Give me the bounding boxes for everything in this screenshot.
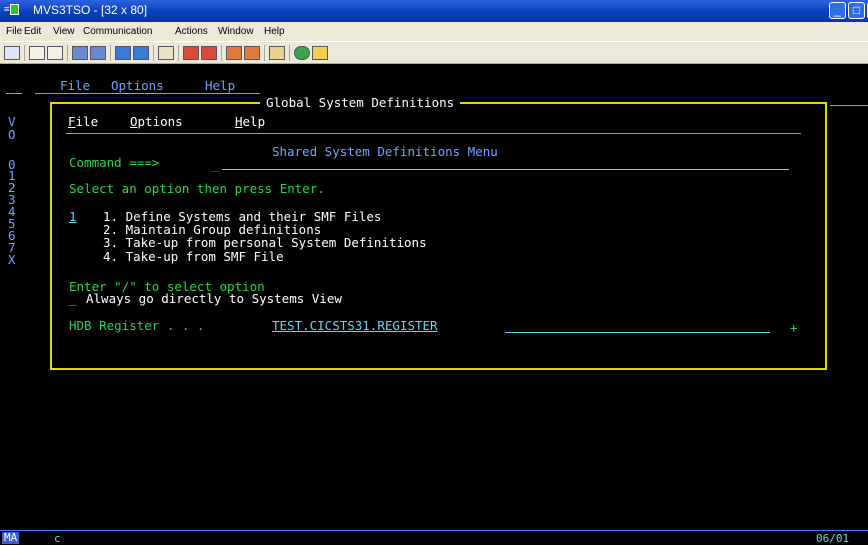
separator-line — [35, 93, 260, 94]
dialog-menu-options[interactable]: Options — [130, 115, 183, 128]
globe-icon[interactable] — [294, 46, 310, 60]
keypad-icon[interactable] — [115, 46, 131, 60]
keyboard-icon[interactable] — [133, 46, 149, 60]
hdb-register-input[interactable]: TEST.CICSTS31.REGISTER — [272, 319, 438, 332]
toolbar-separator — [67, 45, 68, 61]
paste-icon[interactable] — [47, 46, 63, 60]
option-4[interactable]: 4. Take-up from SMF File — [103, 250, 284, 263]
menu-view[interactable]: View — [53, 26, 75, 37]
dialog-menu-help[interactable]: Help — [235, 115, 265, 128]
menu-actions[interactable]: Actions — [175, 26, 208, 37]
toolbar-separator — [178, 45, 179, 61]
pause-macro-icon[interactable] — [244, 46, 260, 60]
customize-icon[interactable] — [312, 46, 328, 60]
operator-info-area: MA c 06/01 — [0, 530, 868, 545]
status-cursor-position: 06/01 — [816, 532, 850, 545]
receive-icon[interactable] — [90, 46, 106, 60]
send-icon[interactable] — [72, 46, 88, 60]
separator-line — [6, 93, 22, 94]
menu-window[interactable]: Window — [218, 26, 254, 37]
menu-edit[interactable]: Edit — [24, 26, 41, 37]
hdb-register-underline — [505, 332, 770, 333]
outer-menu-file[interactable]: File — [60, 79, 90, 92]
toolbar-separator — [289, 45, 290, 61]
left-column-char: O — [8, 127, 16, 142]
terminal-app-icon[interactable]: ≡ — [4, 4, 24, 18]
left-column-char: X — [8, 252, 16, 267]
systems-view-checkbox-label: Always go directly to Systems View — [86, 291, 342, 306]
status-mode-indicator: MA — [2, 531, 20, 544]
minimize-button[interactable]: _ — [829, 2, 846, 19]
display-icon[interactable] — [4, 46, 20, 60]
command-label: Command ===> — [69, 155, 160, 170]
dialog-menu-separator — [66, 133, 801, 134]
command-input-underline — [222, 169, 789, 170]
dialog-title: Global System Definitions — [260, 96, 461, 109]
menu-help[interactable]: Help — [264, 26, 285, 37]
menu-bar: File Edit View Communication Actions Win… — [0, 22, 868, 41]
title-bar[interactable]: ≡ MVS3TSO - [32 x 80] _ □ × — [0, 0, 868, 22]
maximize-button[interactable]: □ — [848, 2, 865, 19]
dialog-menu-file[interactable]: File — [68, 115, 98, 128]
option-selection-field[interactable]: 1 — [69, 210, 77, 223]
menu-communication[interactable]: Communication — [83, 26, 152, 37]
print-icon[interactable] — [158, 46, 174, 60]
copy-icon[interactable] — [29, 46, 45, 60]
menu-subtitle: Shared System Definitions Menu — [272, 144, 498, 159]
toolbar-separator — [110, 45, 111, 61]
toolbar-separator — [221, 45, 222, 61]
toolbar-separator — [153, 45, 154, 61]
notes-icon[interactable] — [269, 46, 285, 60]
toolbar-separator — [264, 45, 265, 61]
separator-line — [830, 105, 868, 106]
stop-macro-icon[interactable] — [201, 46, 217, 60]
instruction-text: Select an option then press Enter. — [69, 181, 325, 196]
outer-menu-options[interactable]: Options — [111, 79, 164, 92]
record-macro-icon[interactable] — [183, 46, 199, 60]
more-indicator: + — [790, 320, 798, 335]
toolbar-separator — [24, 45, 25, 61]
status-session: c — [54, 532, 61, 545]
toolbar — [0, 41, 868, 64]
play-macro-icon[interactable] — [226, 46, 242, 60]
outer-menu-help[interactable]: Help — [205, 79, 235, 92]
window-title: MVS3TSO - [32 x 80] — [33, 3, 148, 17]
menu-file[interactable]: File — [6, 26, 22, 37]
systems-view-checkbox[interactable]: _ — [69, 292, 77, 305]
hdb-register-label: HDB Register . . . — [69, 318, 205, 333]
option-3[interactable]: 3. Take-up from personal System Definiti… — [103, 236, 427, 249]
cursor-marker: _ — [211, 157, 219, 172]
